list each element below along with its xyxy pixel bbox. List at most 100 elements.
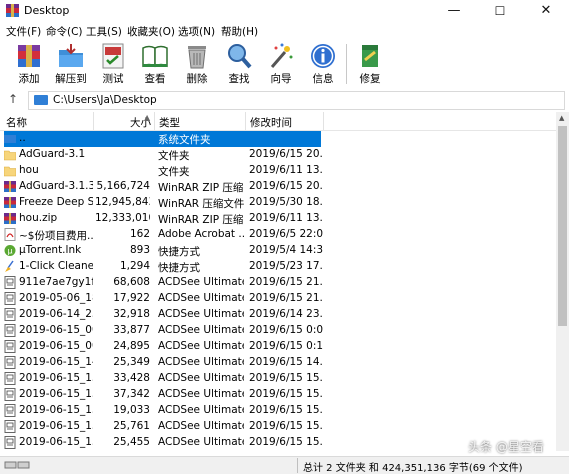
file-size: 37,342 [113,388,150,400]
file-row[interactable]: hou 文件夹 2019/6/11 13... [0,163,556,179]
maximize-button[interactable]: ☐ [477,0,523,22]
extract-to-label: 解压到 [55,73,87,85]
file-type: 系统文件夹 [158,134,211,146]
file-size: 25,349 [113,356,150,368]
scrollbar-thumb[interactable] [558,126,567,326]
column-type[interactable]: 类型 [159,115,180,130]
extract-folder-icon [59,44,83,67]
file-row[interactable]: AdGuard-3.1.3....5,166,724 WinRAR ZIP 压缩.… [0,179,556,195]
column-divider[interactable] [93,112,94,130]
cleaner-icon [4,260,16,273]
file-row[interactable]: 1-Click Cleaner... 1,294 快捷方式 2019/5/23 17.… [0,259,556,275]
view-book-icon [142,45,168,68]
file-name: 2019-06-15_15... [19,404,93,416]
file-row[interactable]: 2019-06-15_15... 37,342 ACDSee Ultimate...… [0,387,556,403]
find-label: 查找 [228,73,250,85]
find-button[interactable]: 查找 [221,40,257,86]
window-title: Desktop [24,4,70,17]
file-row[interactable]: Freeze Deep S...12,945,843 WinRAR 压缩文件 201… [0,195,556,211]
file-row[interactable]: 2019-06-15_00... 24,895 ACDSee Ultimate...… [0,339,556,355]
column-divider[interactable] [154,112,155,130]
extract-to-button[interactable]: 解压到 [53,40,89,86]
trash-icon [188,46,206,69]
file-name: 2019-06-15_15... [19,372,93,384]
magnifier-icon [228,44,252,69]
file-row[interactable]: hou.zip 12,333,010 WinRAR ZIP 压缩... 2019/6/… [0,211,556,227]
file-type: ACDSee Ultimate... [158,276,244,288]
column-modified[interactable]: 修改时间 [250,115,292,130]
up-arrow-icon[interactable]: ↑ [6,92,20,108]
menu-tools[interactable]: 工具(S) [86,24,122,39]
image-file-icon [4,292,16,305]
file-row[interactable]: 911e7ae7gy1f... 68,608 ACDSee Ultimate... 2… [0,275,556,291]
menu-options[interactable]: 选项(N) [178,24,215,39]
file-type: 文件夹 [158,150,190,162]
delete-button[interactable]: 删除 [179,40,215,86]
info-label: 信息 [312,73,334,85]
file-name: 2019-06-15_00... [19,340,93,352]
wizard-button[interactable]: 向导 [263,40,299,86]
file-modified: 2019/6/15 0:02 [249,324,323,336]
close-button[interactable]: ✕ [523,0,569,22]
repair-button[interactable]: 修复 [352,40,388,86]
file-row[interactable]: AdGuard-3.1 文件夹 2019/6/15 20... [0,147,556,163]
file-row[interactable]: 2019-06-15_15... 25,761 ACDSee Ultimate...… [0,419,556,435]
file-type: ACDSee Ultimate... [158,372,244,384]
file-size: 162 [129,228,150,240]
winrar-archive-icon [4,196,16,209]
menu-help[interactable]: 帮助(H) [221,24,258,39]
file-modified: 2019/6/15 21... [249,292,323,304]
file-row[interactable]: 2019-06-15_15... 19,033 ACDSee Ultimate...… [0,403,556,419]
file-modified: 2019/6/11 13... [249,164,323,176]
winrar-archive-icon [4,180,16,193]
file-row[interactable]: 2019-06-15_14... 25,349 ACDSee Ultimate...… [0,355,556,371]
file-row[interactable]: 2019-06-14_23... 32,918 ACDSee Ultimate...… [0,307,556,323]
status-separator [297,458,298,473]
file-name: 2019-06-15_15... [19,420,93,432]
file-type: ACDSee Ultimate... [158,436,244,448]
column-divider[interactable] [245,112,246,130]
add-label: 添加 [18,73,40,85]
file-size: 12,945,843 [95,196,150,208]
file-size: 5,166,724 [96,180,150,192]
repair-label: 修复 [359,73,381,85]
image-file-icon [4,420,16,433]
file-name: Freeze Deep S... [19,196,93,208]
menu-favorites[interactable]: 收藏夹(O) [127,24,175,39]
file-name: hou.zip [19,212,58,224]
image-file-icon [4,372,16,385]
minimize-button[interactable]: — [431,0,477,22]
file-row[interactable]: ~$份项目费用... 162 Adobe Acrobat ... 2019/6/5 2… [0,227,556,243]
test-label: 测试 [102,73,124,85]
menu-file[interactable]: 文件(F) [6,24,41,39]
file-row[interactable]: 2019-06-15_00... 33,877 ACDSee Ultimate...… [0,323,556,339]
address-bar[interactable]: C:\Users\Ja\Desktop [28,91,565,110]
file-row[interactable]: 2019-06-15_15... 33,428 ACDSee Ultimate...… [0,371,556,387]
info-icon [311,44,335,68]
file-name: AdGuard-3.1.3.... [19,180,93,192]
scroll-up-icon[interactable]: ▲ [559,114,564,122]
sort-arrow-icon: ▲ [144,113,151,122]
file-type: ACDSee Ultimate... [158,324,244,336]
column-divider[interactable] [323,112,324,130]
menu-command[interactable]: 命令(C) [46,24,83,39]
file-row[interactable]: 2019-05-06_18... 17,922 ACDSee Ultimate...… [0,291,556,307]
file-modified: 2019/6/15 15... [249,404,323,416]
folder-icon [3,164,17,177]
column-name[interactable]: 名称 [6,115,27,130]
info-button[interactable]: 信息 [305,40,341,86]
vertical-scrollbar[interactable]: ▲ [556,112,569,451]
view-button[interactable]: 查看 [137,40,173,86]
file-type: 文件夹 [158,166,190,178]
file-modified: 2019/5/30 18... [249,196,323,208]
file-modified: 2019/6/15 0:17 [249,340,323,352]
file-type: ACDSee Ultimate... [158,404,244,416]
add-button[interactable]: 添加 [11,40,47,86]
winrar-app-icon [6,4,19,17]
test-button[interactable]: 测试 [95,40,131,86]
image-file-icon [4,388,16,401]
file-size: 12,333,010 [95,212,150,224]
file-list[interactable]: .. 系统文件夹 AdGuard-3.1 文件夹 2019/6/15 20... hou 文… [0,131,556,451]
file-row[interactable]: .. 系统文件夹 [0,131,556,147]
file-row[interactable]: µ µTorrent.lnk 893 快捷方式 2019/5/4 14:37 [0,243,556,259]
